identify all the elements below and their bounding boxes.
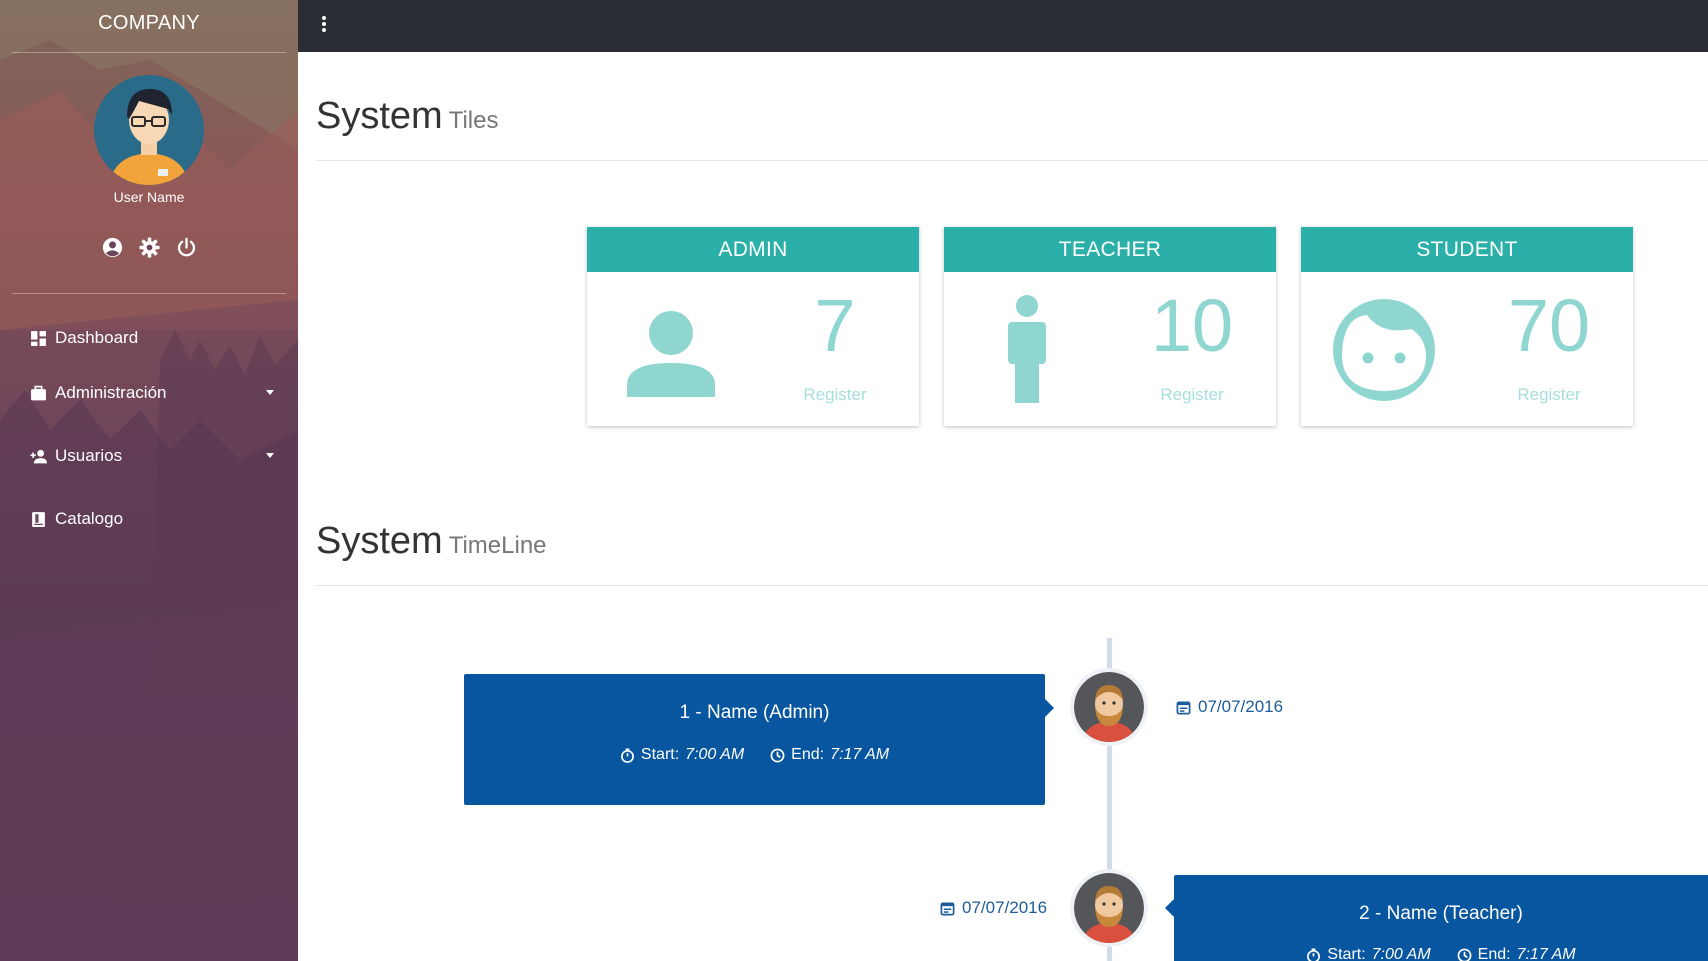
user-actions (0, 237, 298, 258)
timeline-card-pointer (1165, 899, 1174, 917)
timeline-card-title: 1 - Name (Admin) (679, 702, 830, 723)
tile-caption: Register (1160, 385, 1224, 404)
tile-student[interactable]: STUDENT 70 Register (1301, 227, 1633, 426)
timeline-card-teacher[interactable]: 2 - Name (Teacher) Start: 7:00 AM End: 7… (1174, 875, 1708, 961)
calendar-icon (940, 902, 955, 915)
divider (316, 585, 1708, 586)
calendar-icon (1176, 701, 1191, 714)
tile-value: 70 (1507, 284, 1591, 367)
stopwatch-icon (620, 747, 634, 763)
tile-caption: Register (1517, 385, 1581, 404)
nav-dashboard[interactable]: Dashboard (30, 323, 278, 353)
account-circle-icon[interactable] (102, 237, 123, 258)
timeline-card-times: Start: 7:00 AM End: 7:17 AM (464, 746, 1045, 764)
tile-value: 7 (814, 284, 856, 367)
clock-icon (770, 748, 785, 762)
nav-label: Usuarios (55, 446, 123, 465)
timeline-card-times: Start: 7:00 AM End: 7:17 AM (1174, 946, 1708, 961)
start-label: Start: (1327, 946, 1366, 961)
tile-header: STUDENT (1301, 227, 1633, 272)
chevron-down-icon[interactable] (266, 390, 274, 395)
add-user-icon (30, 449, 47, 463)
sidebar: COMPANY User Name Dashboard Administraci… (0, 0, 298, 961)
gear-icon[interactable] (138, 237, 160, 258)
stopwatch-icon (1307, 947, 1321, 961)
start-label: Start: (640, 746, 680, 763)
end-time: 7:17 AM (830, 746, 890, 763)
end-time: 7:17 AM (1516, 946, 1576, 961)
book-icon (32, 511, 45, 527)
power-icon[interactable] (176, 237, 197, 258)
child-face-icon (1333, 299, 1435, 401)
chevron-down-icon[interactable] (266, 453, 274, 458)
divider (12, 52, 286, 53)
tile-teacher[interactable]: TEACHER 10 Register (944, 227, 1276, 426)
nav-label: Dashboard (55, 328, 139, 347)
nav-administracion[interactable]: Administración (30, 378, 278, 408)
section-subtitle: TimeLine (448, 532, 547, 559)
timeline-card-admin[interactable]: 1 - Name (Admin) Start: 7:00 AM End: 7:1… (464, 674, 1045, 805)
user-avatar[interactable] (94, 75, 204, 185)
timeline-date-text: 07/07/2016 (962, 898, 1048, 917)
nav-label: Administración (55, 383, 167, 402)
start-time: 7:00 AM (1371, 946, 1431, 961)
dashboard-icon (31, 330, 46, 346)
timeline-avatar (1074, 873, 1144, 943)
section-title: System (316, 95, 443, 137)
tile-admin[interactable]: ADMIN 7 Register (587, 227, 919, 426)
tile-header: TEACHER (944, 227, 1276, 272)
nav-usuarios[interactable]: Usuarios (30, 441, 278, 471)
timeline-avatar (1074, 672, 1144, 742)
timeline-date-text: 07/07/2016 (1198, 697, 1284, 716)
timeline-date: 07/07/2016 (940, 898, 1047, 918)
timeline-card-pointer (1045, 699, 1054, 717)
divider (12, 293, 286, 294)
section-heading-tiles: System Tiles (316, 95, 498, 138)
person-icon (627, 311, 715, 397)
top-bar (298, 0, 1708, 52)
kebab-menu-icon[interactable] (320, 16, 328, 36)
tile-value: 10 (1150, 284, 1234, 367)
tile-caption: Register (803, 385, 867, 404)
user-name: User Name (113, 189, 185, 205)
start-time: 7:00 AM (685, 746, 745, 763)
section-title: System (316, 520, 443, 562)
company-name: COMPANY (98, 12, 200, 34)
timeline-card-title: 2 - Name (Teacher) (1359, 903, 1523, 924)
nav-catalogo[interactable]: Catalogo (30, 504, 278, 534)
end-label: End: (1477, 946, 1511, 961)
standing-person-icon (1008, 295, 1046, 403)
tile-header: ADMIN (587, 227, 919, 272)
section-subtitle: Tiles (448, 107, 499, 134)
divider (316, 160, 1708, 161)
briefcase-icon (31, 385, 46, 400)
timeline-date: 07/07/2016 (1176, 697, 1283, 717)
nav-label: Catalogo (55, 509, 124, 528)
end-label: End: (791, 746, 825, 763)
section-heading-timeline: System TimeLine (316, 520, 547, 563)
clock-icon (1457, 948, 1472, 961)
